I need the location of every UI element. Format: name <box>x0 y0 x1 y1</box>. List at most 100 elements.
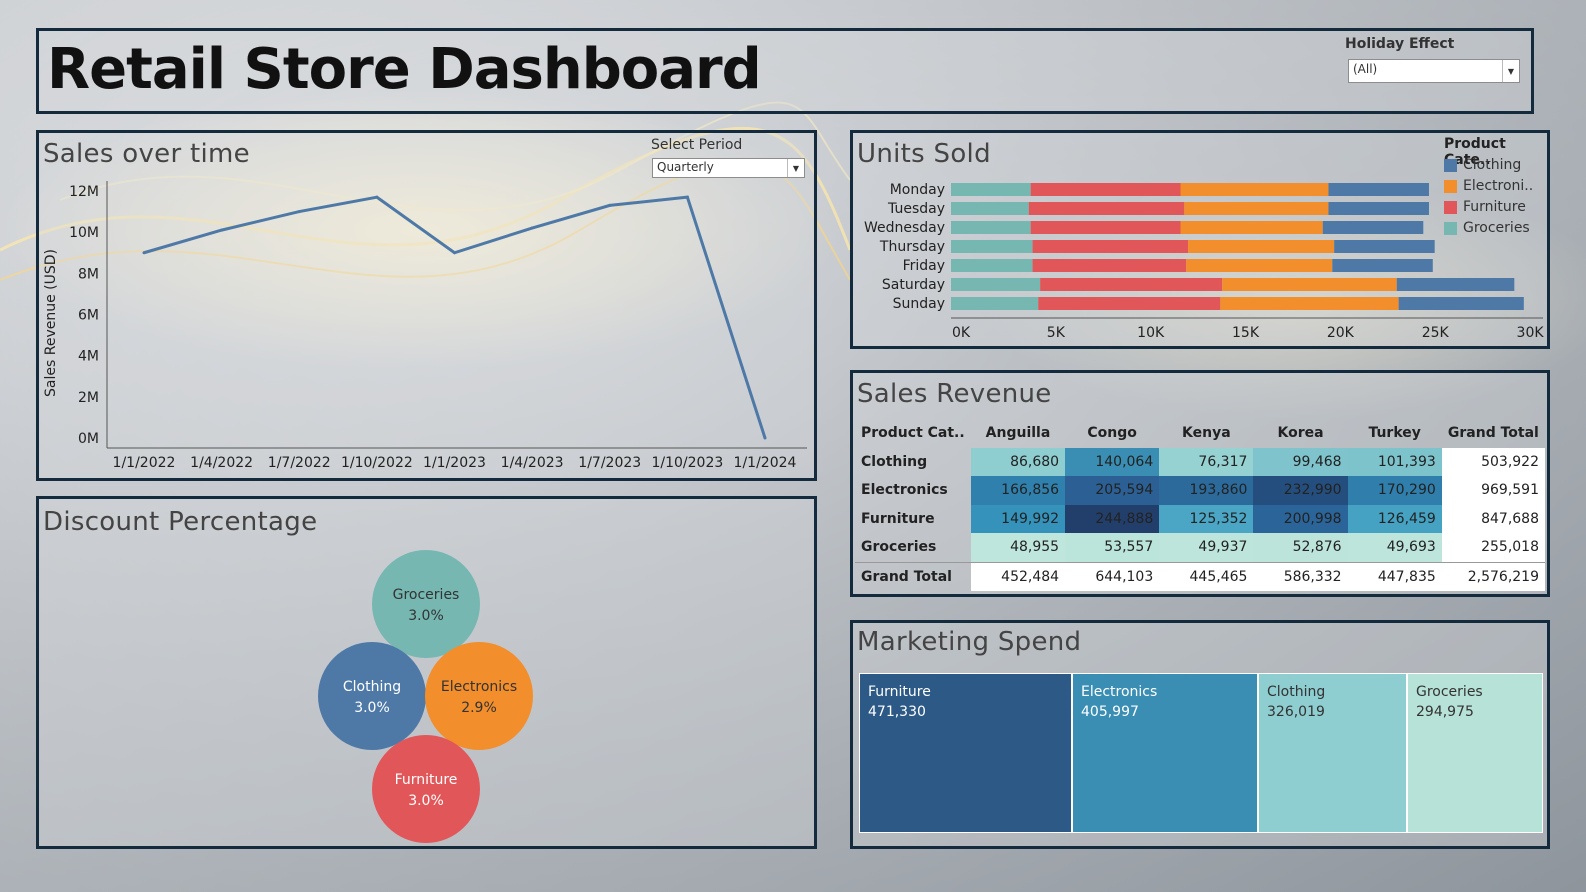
legend-groceries[interactable]: Groceries <box>1444 220 1530 236</box>
discount-panel: Discount Percentage Groceries 3.0% Cloth… <box>36 496 817 849</box>
bar-segment-electronics[interactable] <box>1180 221 1323 234</box>
bar-segment-furniture[interactable] <box>1030 221 1181 234</box>
x-tick-label: 1/1/2024 <box>734 455 797 471</box>
category-label: Monday <box>890 182 945 198</box>
bar-segment-electronics[interactable] <box>1186 259 1333 272</box>
bar-segment-clothing[interactable] <box>1332 259 1433 272</box>
table-cell: 644,103 <box>1065 562 1160 591</box>
table-cell: 99,468 <box>1253 447 1348 476</box>
treemap-value: 294,975 <box>1416 704 1474 720</box>
column-header[interactable]: Product Cat.. <box>855 419 971 448</box>
row-header: Electronics <box>861 482 948 499</box>
bar-segment-furniture[interactable] <box>1032 259 1187 272</box>
y-tick-label: 8M <box>78 266 99 282</box>
bubble-groceries-name: Groceries <box>393 587 460 603</box>
treemap-value: 405,997 <box>1081 704 1139 720</box>
bar-segment-electronics[interactable] <box>1184 202 1329 215</box>
bar-segment-groceries[interactable] <box>951 259 1033 272</box>
table-cell: 166,856 <box>970 476 1066 505</box>
bar-segment-groceries[interactable] <box>951 278 1041 291</box>
sales-revenue-table: Product Cat.. Anguilla Congo Kenya Korea… <box>855 419 1545 591</box>
y-tick-label: 2M <box>78 390 99 406</box>
column-header[interactable]: Korea <box>1253 419 1347 448</box>
treemap-value: 326,019 <box>1267 704 1325 720</box>
bubble-clothing: Clothing 3.0% <box>318 642 426 750</box>
treemap-furniture[interactable]: Furniture 471,330 <box>859 673 1072 833</box>
table-row: Electronics 166,856 205,594 193,860 232,… <box>855 476 1545 505</box>
bar-segment-furniture[interactable] <box>1040 278 1223 291</box>
x-tick-label: 1/7/2023 <box>578 455 641 471</box>
treemap-electronics[interactable]: Electronics 405,997 <box>1072 673 1258 833</box>
legend-furniture[interactable]: Furniture <box>1444 199 1526 215</box>
bubble-clothing-value: 3.0% <box>354 700 390 716</box>
column-header[interactable]: Congo <box>1065 419 1159 448</box>
table-cell: 586,332 <box>1253 562 1348 591</box>
column-header[interactable]: Kenya <box>1159 419 1253 448</box>
bubble-groceries-value: 3.0% <box>408 608 444 624</box>
bubble-electronics-value: 2.9% <box>461 700 497 716</box>
row-header: Groceries <box>861 539 937 556</box>
bar-segment-clothing[interactable] <box>1328 202 1429 215</box>
bar-segment-furniture[interactable] <box>1030 183 1181 196</box>
table-cell: 447,835 <box>1347 562 1442 591</box>
table-cell: 125,352 <box>1159 504 1254 533</box>
bar-segment-clothing[interactable] <box>1334 240 1435 253</box>
table-cell: 969,591 <box>1441 476 1545 505</box>
header-panel: Retail Store Dashboard Holiday Effect (A… <box>36 28 1534 114</box>
bar-segment-groceries[interactable] <box>951 297 1039 310</box>
line-point <box>608 203 612 207</box>
bar-segment-groceries[interactable] <box>951 240 1033 253</box>
table-cell: 200,998 <box>1253 504 1348 533</box>
category-label: Friday <box>903 258 945 274</box>
table-cell: 445,465 <box>1159 562 1254 591</box>
y-tick-label: 4M <box>78 349 99 365</box>
x-tick-label: 15K <box>1232 325 1260 341</box>
bar-segment-electronics[interactable] <box>1220 297 1399 310</box>
grand-total-row: Grand Total 452,484 644,103 445,465 586,… <box>855 562 1545 591</box>
bar-segment-clothing[interactable] <box>1398 297 1524 310</box>
column-header[interactable]: Grand Total <box>1442 419 1545 448</box>
treemap-groceries[interactable]: Groceries 294,975 <box>1407 673 1543 833</box>
x-tick-label: 30K <box>1517 325 1545 341</box>
sales-revenue-title: Sales Revenue <box>857 379 1052 409</box>
bar-segment-furniture[interactable] <box>1038 297 1221 310</box>
chevron-down-icon: ▼ <box>1502 60 1519 82</box>
bar-segment-electronics[interactable] <box>1188 240 1335 253</box>
sales-series-line <box>143 195 767 439</box>
bar-segment-electronics[interactable] <box>1222 278 1397 291</box>
treemap-label: Groceries <box>1416 684 1483 700</box>
treemap-clothing[interactable]: Clothing 326,019 <box>1258 673 1407 833</box>
x-tick-label: 1/4/2023 <box>501 455 564 471</box>
x-tick-label: 1/10/2022 <box>341 455 413 471</box>
bar-segment-groceries[interactable] <box>951 202 1029 215</box>
table-cell: 847,688 <box>1441 504 1545 533</box>
y-axis-label: Sales Revenue (USD) <box>43 249 59 397</box>
x-tick-label: 5K <box>1047 325 1066 341</box>
table-cell: 255,018 <box>1441 533 1545 562</box>
x-tick-label: 1/7/2022 <box>268 455 331 471</box>
legend-electronics[interactable]: Electroni.. <box>1444 178 1533 194</box>
bar-segment-groceries[interactable] <box>951 221 1031 234</box>
bar-segment-clothing[interactable] <box>1396 278 1515 291</box>
table-cell: 101,393 <box>1347 447 1442 476</box>
bar-segment-clothing[interactable] <box>1322 221 1424 234</box>
x-tick-label: 1/1/2023 <box>423 455 486 471</box>
column-header[interactable]: Turkey <box>1348 419 1442 448</box>
row-header: Grand Total <box>861 568 952 585</box>
line-point <box>297 210 301 214</box>
line-point <box>685 195 689 199</box>
bar-segment-furniture[interactable] <box>1028 202 1185 215</box>
bar-segment-groceries[interactable] <box>951 183 1031 196</box>
bar-segment-furniture[interactable] <box>1032 240 1189 253</box>
table-row: Clothing 86,680 140,064 76,317 99,468 10… <box>855 447 1545 476</box>
bar-segment-electronics[interactable] <box>1180 183 1329 196</box>
bubble-furniture-name: Furniture <box>395 772 458 788</box>
legend-clothing[interactable]: Clothing <box>1444 157 1521 173</box>
holiday-filter-dropdown[interactable]: (All) ▼ <box>1348 59 1520 83</box>
bubble-clothing-name: Clothing <box>343 679 401 695</box>
column-header[interactable]: Anguilla <box>971 419 1065 448</box>
bar-segment-clothing[interactable] <box>1328 183 1429 196</box>
swatch-icon <box>1444 200 1457 214</box>
bubble-groceries: Groceries 3.0% <box>372 550 480 658</box>
sales-revenue-panel: Sales Revenue Product Cat.. Anguilla Con… <box>850 370 1550 597</box>
